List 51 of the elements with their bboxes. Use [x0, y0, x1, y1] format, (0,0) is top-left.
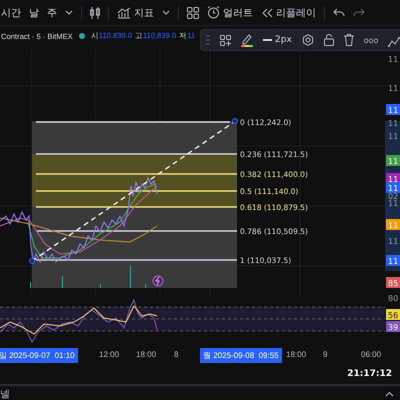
indicators-button[interactable]: 지표 [117, 6, 154, 20]
alarm-clock-icon [207, 6, 220, 19]
replay-button[interactable]: 리플레이 [261, 6, 316, 20]
price-axis-label: 11 [388, 84, 398, 93]
price-tag-label: 11 [388, 106, 398, 115]
price-tag-label: 85 [388, 279, 398, 288]
line-width-button[interactable]: 2px [263, 35, 292, 45]
template-grid-icon[interactable] [220, 34, 231, 46]
price-tag-label: 39 [388, 323, 398, 332]
caret-icon[interactable] [162, 10, 170, 16]
candlestick-icon[interactable] [90, 6, 100, 20]
panel-title[interactable]: 넬 [0, 386, 10, 400]
rewind-icon [261, 8, 273, 18]
price-axis-label: 11 [388, 237, 398, 246]
more-button[interactable]: ooo [364, 36, 378, 44]
time-axis-label: 06:00 [361, 350, 382, 359]
status-dot [78, 33, 85, 39]
time-axis-label: 8 [174, 350, 178, 359]
settings-icon[interactable] [302, 34, 314, 46]
interval-button[interactable]: 주 [47, 6, 57, 20]
chart-icon [117, 6, 131, 18]
price-tag-label: 11 [388, 184, 398, 193]
time-axis-label: 18:00 [136, 350, 156, 359]
price-axis-label: 11 [388, 119, 398, 128]
price-axis-label: 80 [388, 294, 398, 303]
price-axis-label: 02 [388, 192, 398, 201]
price-tag-label: 11 [388, 157, 398, 166]
time-axis-label: 9 [323, 350, 328, 359]
price-axis-label: 11 [388, 132, 398, 141]
redo-icon[interactable] [353, 8, 365, 18]
pencil-icon[interactable] [241, 33, 253, 47]
layout-grid-icon[interactable] [187, 6, 199, 18]
time-axis-label: 18:00 [286, 350, 306, 359]
price-tag-label: 11 [388, 257, 398, 266]
time-axis-label: 12:00 [99, 350, 120, 359]
price-tag-label: 56 [388, 311, 398, 320]
clock-time: 21:17:12 [347, 369, 392, 379]
price-axis-label: 11 [388, 199, 398, 208]
price-axis-label: 11 [388, 55, 398, 64]
time-marker: 월 2025-09-08 09:55 [200, 348, 282, 363]
alert-button[interactable]: 얼러트 [207, 6, 253, 20]
unlocked-icon[interactable] [324, 34, 334, 46]
trash-icon[interactable] [344, 34, 354, 46]
caret-icon[interactable] [65, 10, 73, 16]
chevron-up-icon[interactable] [385, 390, 394, 396]
undo-icon[interactable] [333, 8, 345, 18]
interval-button[interactable]: 날 [29, 6, 39, 20]
interval-button[interactable]: 시간 [1, 6, 21, 20]
time-marker: 일 2025-09-07 01:10 [0, 348, 78, 363]
price-tag-label: 11 [388, 221, 398, 230]
price-tag-label: 11 [388, 175, 398, 184]
